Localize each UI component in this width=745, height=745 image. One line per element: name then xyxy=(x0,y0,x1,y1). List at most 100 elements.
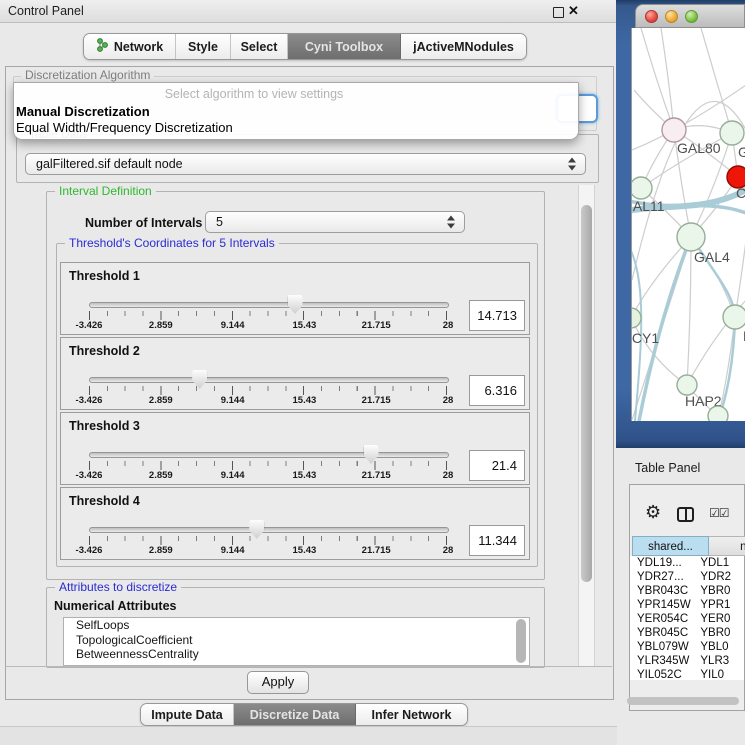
tick-label: -3.426 xyxy=(76,470,103,481)
table-cell[interactable]: YIL0 xyxy=(694,668,744,680)
dropdown-option-equal-width[interactable]: Equal Width/Frequency Discretization xyxy=(16,120,233,135)
network-canvas[interactable]: GAL80GACGAL11GAL4GCY1HHAP2 xyxy=(631,28,745,421)
table-cell[interactable]: YBL0 xyxy=(694,640,744,654)
table-cell[interactable]: YPR145W xyxy=(630,598,694,612)
threshold-value-field[interactable]: 14.713 xyxy=(469,300,525,331)
threshold-slider-track[interactable] xyxy=(89,452,449,458)
tick-label: 15.43 xyxy=(293,320,317,331)
table-hscrollbar[interactable] xyxy=(627,697,739,705)
tab-style[interactable]: Style xyxy=(176,34,231,59)
slider-tick-marks xyxy=(89,536,448,545)
threshold-slider-track[interactable] xyxy=(89,377,449,383)
dropdown-spinner-icon xyxy=(447,216,456,229)
column-header-shared-name[interactable]: shared... xyxy=(632,536,709,556)
table-cell[interactable]: YER0 xyxy=(694,612,744,626)
tick-label: 15.43 xyxy=(293,470,317,481)
threshold-slider-track[interactable] xyxy=(89,302,449,308)
tab-infer-network[interactable]: Infer Network xyxy=(356,704,467,725)
split-view-icon[interactable] xyxy=(677,507,694,522)
table-row[interactable]: YIL052CYIL0 xyxy=(630,668,744,680)
threshold-value-field[interactable]: 11.344 xyxy=(469,525,525,556)
select-columns-icon[interactable]: ☑☑ xyxy=(709,506,729,520)
table-cell[interactable]: YDR2 xyxy=(694,570,744,584)
threshold-value-field[interactable]: 21.4 xyxy=(469,450,525,481)
table-row[interactable]: YBL079WYBL0 xyxy=(630,640,744,654)
network-node[interactable] xyxy=(708,406,728,421)
tick-label: 21.715 xyxy=(362,395,391,406)
network-node[interactable] xyxy=(677,375,697,395)
table-cell[interactable]: YER054C xyxy=(630,612,694,626)
threshold-value-field[interactable]: 6.316 xyxy=(469,375,525,406)
apply-button[interactable]: Apply xyxy=(247,671,309,694)
network-node[interactable] xyxy=(677,223,705,251)
threshold-1-panel: Threshold 1 -3.4262.8599.14415.4321.7152… xyxy=(60,262,530,335)
network-node[interactable] xyxy=(632,308,641,328)
settings-scrollbar-track[interactable] xyxy=(578,185,595,666)
table-row[interactable]: YBR045CYBR0 xyxy=(630,626,744,640)
tab-jactivemnodules[interactable]: jActiveMNodules xyxy=(401,34,526,59)
float-panel-icon[interactable] xyxy=(553,7,564,18)
tab-discretize-data[interactable]: Discretize Data xyxy=(234,704,356,725)
tab-impute-data[interactable]: Impute Data xyxy=(141,704,234,725)
table-cell[interactable]: YIL052C xyxy=(630,668,694,680)
table-cell[interactable]: YPR1 xyxy=(694,598,744,612)
dropdown-spinner-icon xyxy=(568,158,577,171)
close-window-icon[interactable] xyxy=(645,10,658,23)
group-title: Attributes to discretize xyxy=(55,580,181,594)
table-cell[interactable]: YBR043C xyxy=(630,584,694,598)
minimize-window-icon[interactable] xyxy=(665,10,678,23)
table-cell[interactable]: YBR0 xyxy=(694,626,744,640)
table-row[interactable]: YLR345WYLR3 xyxy=(630,654,744,668)
attribute-item[interactable]: BetweennessCentrality xyxy=(64,647,529,662)
numerical-attributes-list[interactable]: SelfLoopsTopologicalCoefficientBetweenne… xyxy=(63,617,530,666)
table-cell[interactable]: YLR345W xyxy=(630,654,694,668)
threshold-3-panel: Threshold 3 -3.4262.8599.14415.4321.7152… xyxy=(60,412,530,485)
attribute-item[interactable]: TopologicalCoefficient xyxy=(64,633,529,648)
table-cell[interactable]: YDL1 xyxy=(694,556,744,570)
table-row[interactable]: YDL19...YDL1 xyxy=(630,556,744,570)
close-icon[interactable]: ✕ xyxy=(568,3,579,19)
threshold-slider-track[interactable] xyxy=(89,527,449,533)
gear-icon[interactable]: ⚙ xyxy=(645,503,661,521)
network-node-label: GAL4 xyxy=(694,249,730,265)
tab-cyni-toolbox[interactable]: Cyni Toolbox xyxy=(288,34,401,59)
tab-select[interactable]: Select xyxy=(231,34,288,59)
table-rows: YDL19...YDL1YDR27...YDR2YBR043CYBR0YPR14… xyxy=(630,556,744,680)
network-node[interactable] xyxy=(662,118,686,142)
attributes-list-scrollbar[interactable] xyxy=(516,619,526,663)
network-node[interactable] xyxy=(632,177,652,199)
table-cell[interactable]: YDR27... xyxy=(630,570,694,584)
table-row[interactable]: YBR043CYBR0 xyxy=(630,584,744,598)
settings-scrollbar-thumb[interactable] xyxy=(581,205,592,582)
table-row[interactable]: YPR145WYPR1 xyxy=(630,598,744,612)
table-cell[interactable]: YBR045C xyxy=(630,626,694,640)
tab-network[interactable]: Network xyxy=(84,34,176,59)
table-row[interactable]: YER054CYER0 xyxy=(630,612,744,626)
network-node[interactable] xyxy=(723,305,745,329)
slider-tick-labels: -3.4262.8599.14415.4321.71528 xyxy=(89,470,448,482)
tick-label: 28 xyxy=(443,545,454,556)
tab-label: Network xyxy=(114,40,163,54)
column-header-name[interactable]: na xyxy=(709,536,745,556)
zoom-window-icon[interactable] xyxy=(685,10,698,23)
table-cell[interactable]: YBL079W xyxy=(630,640,694,654)
control-panel-tabbar: Network Style Select Cyni Toolbox jActiv… xyxy=(83,33,527,60)
dropdown-option-manual[interactable]: Manual Discretization xyxy=(16,104,150,119)
network-node[interactable] xyxy=(720,121,744,145)
tab-label: Infer Network xyxy=(372,708,452,722)
table-cell[interactable]: YBR0 xyxy=(694,584,744,598)
status-strip xyxy=(0,726,617,745)
table-cell[interactable]: YDL19... xyxy=(630,556,694,570)
table-row[interactable]: YDR27...YDR2 xyxy=(630,570,744,584)
slider-tick-labels: -3.4262.8599.14415.4321.71528 xyxy=(89,320,448,332)
network-node-label: GAL11 xyxy=(632,198,665,214)
attribute-item[interactable]: SelfLoops xyxy=(64,618,529,633)
table-cell[interactable]: YLR3 xyxy=(694,654,744,668)
network-node-label: GCY1 xyxy=(632,330,659,346)
threshold-label: Threshold 4 xyxy=(69,494,140,508)
slider-tick-marks xyxy=(89,461,448,470)
table-data-combobox[interactable]: galFiltered.sif default node xyxy=(25,153,586,175)
tick-label: 15.43 xyxy=(293,395,317,406)
number-of-intervals-combobox[interactable]: 5 xyxy=(205,211,465,233)
network-window-titlebar[interactable] xyxy=(635,4,745,28)
